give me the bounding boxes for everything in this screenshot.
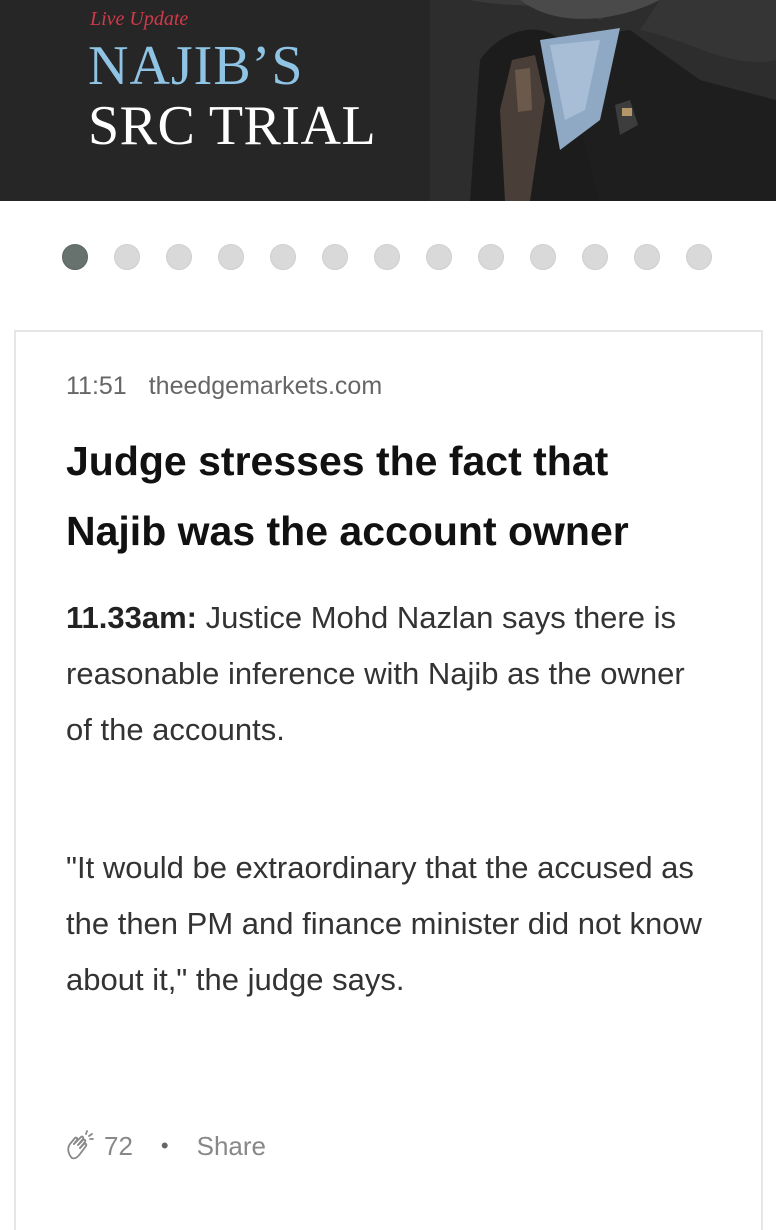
live-update-label: Live Update (90, 8, 189, 30)
post-paragraph-1: 11.33am: Justice Mohd Nazlan says there … (66, 590, 716, 758)
share-button[interactable]: Share (197, 1131, 266, 1162)
post-source[interactable]: theedgemarkets.com (149, 372, 382, 400)
carousel-dot[interactable] (166, 244, 192, 270)
banner-title-line2: SRC TRIAL (88, 95, 377, 157)
banner-title-line1: NAJIB’S (88, 35, 304, 97)
carousel-dot[interactable] (582, 244, 608, 270)
carousel-dot[interactable] (270, 244, 296, 270)
carousel-dot[interactable] (374, 244, 400, 270)
banner: Live Update NAJIB’S SRC TRIAL (0, 0, 776, 201)
carousel-dot[interactable] (322, 244, 348, 270)
live-post-card: 11:51 theedgemarkets.com Judge stresses t… (14, 330, 763, 1230)
post-meta: 11:51 theedgemarkets.com (66, 372, 382, 401)
carousel-dot[interactable] (218, 244, 244, 270)
carousel-dot[interactable] (426, 244, 452, 270)
post-paragraph-2: "It would be extraordinary that the accu… (66, 850, 702, 997)
post-time: 11:51 (66, 372, 127, 400)
carousel-dot[interactable] (634, 244, 660, 270)
carousel-dot[interactable] (478, 244, 504, 270)
clap-icon[interactable] (64, 1130, 96, 1162)
carousel-dot[interactable] (62, 244, 88, 270)
carousel-dot[interactable] (530, 244, 556, 270)
post-headline: Judge stresses the fact that Najib was t… (66, 438, 629, 554)
carousel-dot[interactable] (114, 244, 140, 270)
footer-separator: • (160, 1133, 169, 1158)
clap-count: 72 (104, 1130, 133, 1161)
paragraph-timestamp: 11.33am: (66, 600, 197, 635)
carousel-dots (62, 244, 712, 270)
carousel-dot[interactable] (686, 244, 712, 270)
post-footer: 72 • Share (64, 1126, 266, 1166)
